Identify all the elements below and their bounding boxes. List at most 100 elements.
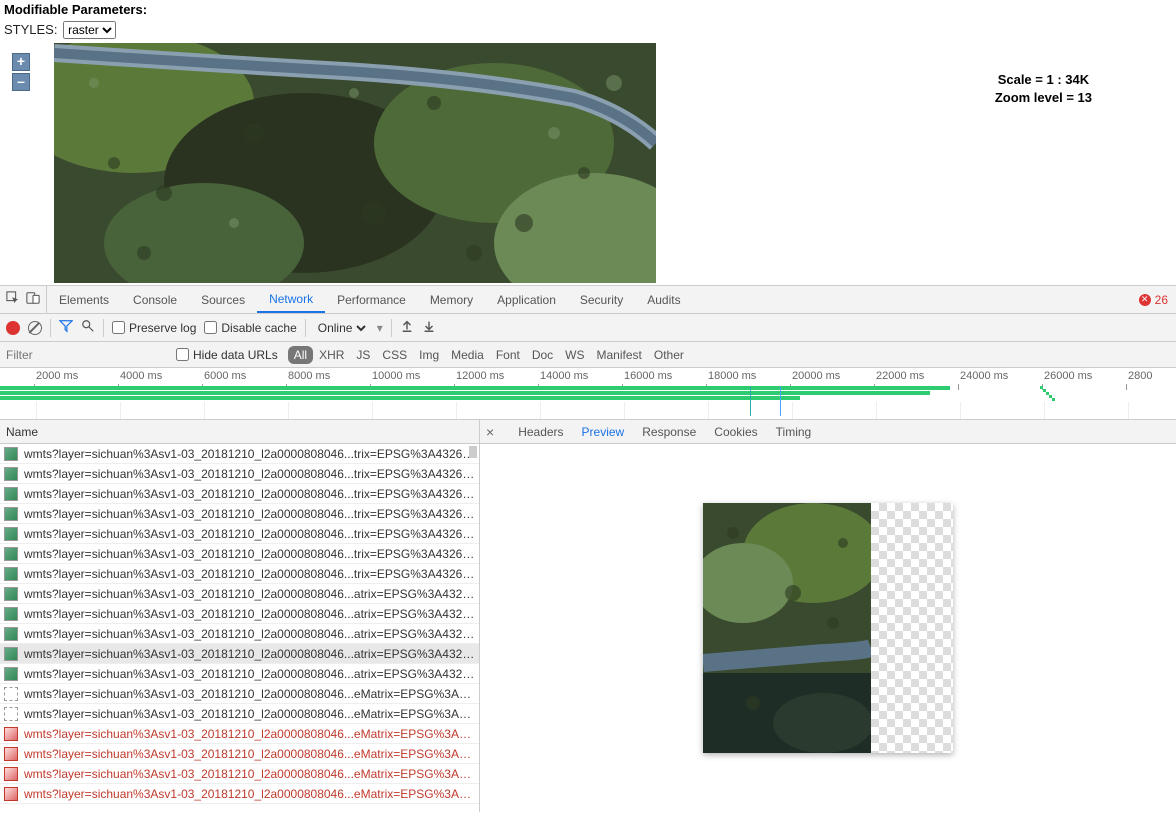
- download-har-icon[interactable]: [422, 319, 436, 336]
- file-icon: [4, 787, 18, 801]
- clear-button[interactable]: [28, 321, 42, 335]
- request-row[interactable]: wmts?layer=sichuan%3Asv1-03_20181210_l2a…: [0, 684, 479, 704]
- request-list[interactable]: wmts?layer=sichuan%3Asv1-03_20181210_l2a…: [0, 444, 479, 812]
- detail-tab-timing[interactable]: Timing: [776, 425, 812, 439]
- devtools-tab-elements[interactable]: Elements: [47, 286, 121, 313]
- scrollbar-thumb[interactable]: [469, 446, 477, 458]
- filter-type-all[interactable]: All: [288, 346, 313, 364]
- preview-area: [480, 444, 1176, 812]
- devtools-tab-security[interactable]: Security: [568, 286, 635, 313]
- request-row[interactable]: wmts?layer=sichuan%3Asv1-03_20181210_l2a…: [0, 564, 479, 584]
- filter-type-ws[interactable]: WS: [559, 346, 590, 364]
- request-row[interactable]: wmts?layer=sichuan%3Asv1-03_20181210_l2a…: [0, 464, 479, 484]
- file-icon: [4, 667, 18, 681]
- request-name: wmts?layer=sichuan%3Asv1-03_20181210_l2a…: [24, 447, 475, 461]
- detail-tab-response[interactable]: Response: [642, 425, 696, 439]
- timeline-tick: 10000 ms: [372, 370, 420, 382]
- file-icon: [4, 607, 18, 621]
- filter-type-font[interactable]: Font: [490, 346, 526, 364]
- request-name: wmts?layer=sichuan%3Asv1-03_20181210_l2a…: [24, 687, 475, 701]
- devtools-tab-performance[interactable]: Performance: [325, 286, 418, 313]
- timeline-tick: 4000 ms: [120, 370, 162, 382]
- filter-type-doc[interactable]: Doc: [526, 346, 559, 364]
- filter-type-media[interactable]: Media: [445, 346, 490, 364]
- filter-type-xhr[interactable]: XHR: [313, 346, 350, 364]
- disable-cache-checkbox[interactable]: Disable cache: [204, 321, 296, 335]
- detail-tab-preview[interactable]: Preview: [582, 425, 625, 439]
- hide-data-urls-checkbox[interactable]: Hide data URLs: [176, 348, 278, 362]
- filter-type-css[interactable]: CSS: [376, 346, 413, 364]
- file-icon: [4, 647, 18, 661]
- timeline-tick: 18000 ms: [708, 370, 756, 382]
- error-icon: ✕: [1139, 294, 1151, 306]
- request-row[interactable]: wmts?layer=sichuan%3Asv1-03_20181210_l2a…: [0, 704, 479, 724]
- request-row[interactable]: wmts?layer=sichuan%3Asv1-03_20181210_l2a…: [0, 524, 479, 544]
- request-row[interactable]: wmts?layer=sichuan%3Asv1-03_20181210_l2a…: [0, 584, 479, 604]
- network-timeline[interactable]: 2000 ms4000 ms6000 ms8000 ms10000 ms1200…: [0, 368, 1176, 420]
- upload-har-icon[interactable]: [400, 319, 414, 336]
- filter-toggle-icon[interactable]: [59, 319, 73, 336]
- inspect-element-icon[interactable]: [6, 291, 20, 308]
- filter-type-js[interactable]: JS: [350, 346, 376, 364]
- filter-type-manifest[interactable]: Manifest: [591, 346, 648, 364]
- close-details-button[interactable]: ×: [486, 424, 494, 440]
- devtools-tab-network[interactable]: Network: [257, 286, 325, 313]
- record-button[interactable]: [6, 321, 20, 335]
- request-row[interactable]: wmts?layer=sichuan%3Asv1-03_20181210_l2a…: [0, 624, 479, 644]
- preserve-log-checkbox[interactable]: Preserve log: [112, 321, 196, 335]
- request-row[interactable]: wmts?layer=sichuan%3Asv1-03_20181210_l2a…: [0, 484, 479, 504]
- file-icon: [4, 527, 18, 541]
- filter-input[interactable]: [6, 348, 166, 362]
- request-row[interactable]: wmts?layer=sichuan%3Asv1-03_20181210_l2a…: [0, 544, 479, 564]
- request-name: wmts?layer=sichuan%3Asv1-03_20181210_l2a…: [24, 627, 475, 641]
- detail-tab-cookies[interactable]: Cookies: [714, 425, 757, 439]
- timeline-tick: 8000 ms: [288, 370, 330, 382]
- file-icon: [4, 747, 18, 761]
- request-row[interactable]: wmts?layer=sichuan%3Asv1-03_20181210_l2a…: [0, 504, 479, 524]
- request-row[interactable]: wmts?layer=sichuan%3Asv1-03_20181210_l2a…: [0, 664, 479, 684]
- request-name: wmts?layer=sichuan%3Asv1-03_20181210_l2a…: [24, 507, 475, 521]
- zoom-level-label: Zoom level = 13: [995, 89, 1092, 107]
- throttling-select[interactable]: Online: [314, 320, 369, 336]
- devtools-tab-sources[interactable]: Sources: [189, 286, 257, 313]
- request-row[interactable]: wmts?layer=sichuan%3Asv1-03_20181210_l2a…: [0, 644, 479, 664]
- detail-tab-headers[interactable]: Headers: [518, 425, 563, 439]
- map-canvas[interactable]: [54, 43, 656, 283]
- request-name: wmts?layer=sichuan%3Asv1-03_20181210_l2a…: [24, 667, 475, 681]
- file-icon: [4, 707, 18, 721]
- request-name: wmts?layer=sichuan%3Asv1-03_20181210_l2a…: [24, 467, 475, 481]
- file-icon: [4, 487, 18, 501]
- devtools-tab-console[interactable]: Console: [121, 286, 189, 313]
- request-name: wmts?layer=sichuan%3Asv1-03_20181210_l2a…: [24, 747, 475, 761]
- file-icon: [4, 727, 18, 741]
- request-row[interactable]: wmts?layer=sichuan%3Asv1-03_20181210_l2a…: [0, 444, 479, 464]
- filter-type-other[interactable]: Other: [648, 346, 690, 364]
- filter-type-img[interactable]: Img: [413, 346, 445, 364]
- device-toggle-icon[interactable]: [26, 291, 40, 308]
- request-row[interactable]: wmts?layer=sichuan%3Asv1-03_20181210_l2a…: [0, 724, 479, 744]
- timeline-tick: 22000 ms: [876, 370, 924, 382]
- request-name: wmts?layer=sichuan%3Asv1-03_20181210_l2a…: [24, 787, 475, 801]
- error-count[interactable]: ✕ 26: [1139, 293, 1176, 307]
- devtools-tab-memory[interactable]: Memory: [418, 286, 485, 313]
- devtools-tab-audits[interactable]: Audits: [635, 286, 692, 313]
- timeline-tick: 14000 ms: [540, 370, 588, 382]
- preview-image: [703, 503, 953, 753]
- request-row[interactable]: wmts?layer=sichuan%3Asv1-03_20181210_l2a…: [0, 744, 479, 764]
- request-row[interactable]: wmts?layer=sichuan%3Asv1-03_20181210_l2a…: [0, 764, 479, 784]
- styles-label: STYLES:: [4, 22, 57, 37]
- devtools-tab-application[interactable]: Application: [485, 286, 568, 313]
- request-row[interactable]: wmts?layer=sichuan%3Asv1-03_20181210_l2a…: [0, 784, 479, 804]
- search-icon[interactable]: [81, 319, 95, 336]
- devtools-panel: ElementsConsoleSourcesNetworkPerformance…: [0, 285, 1176, 812]
- timeline-tick: 2800: [1128, 370, 1152, 382]
- name-column-header[interactable]: Name: [0, 420, 479, 444]
- request-name: wmts?layer=sichuan%3Asv1-03_20181210_l2a…: [24, 727, 475, 741]
- timeline-tick: 12000 ms: [456, 370, 504, 382]
- request-name: wmts?layer=sichuan%3Asv1-03_20181210_l2a…: [24, 587, 475, 601]
- request-name: wmts?layer=sichuan%3Asv1-03_20181210_l2a…: [24, 527, 475, 541]
- zoom-out-button[interactable]: –: [12, 73, 30, 91]
- styles-select[interactable]: raster: [63, 21, 116, 39]
- request-row[interactable]: wmts?layer=sichuan%3Asv1-03_20181210_l2a…: [0, 604, 479, 624]
- zoom-in-button[interactable]: +: [12, 53, 30, 71]
